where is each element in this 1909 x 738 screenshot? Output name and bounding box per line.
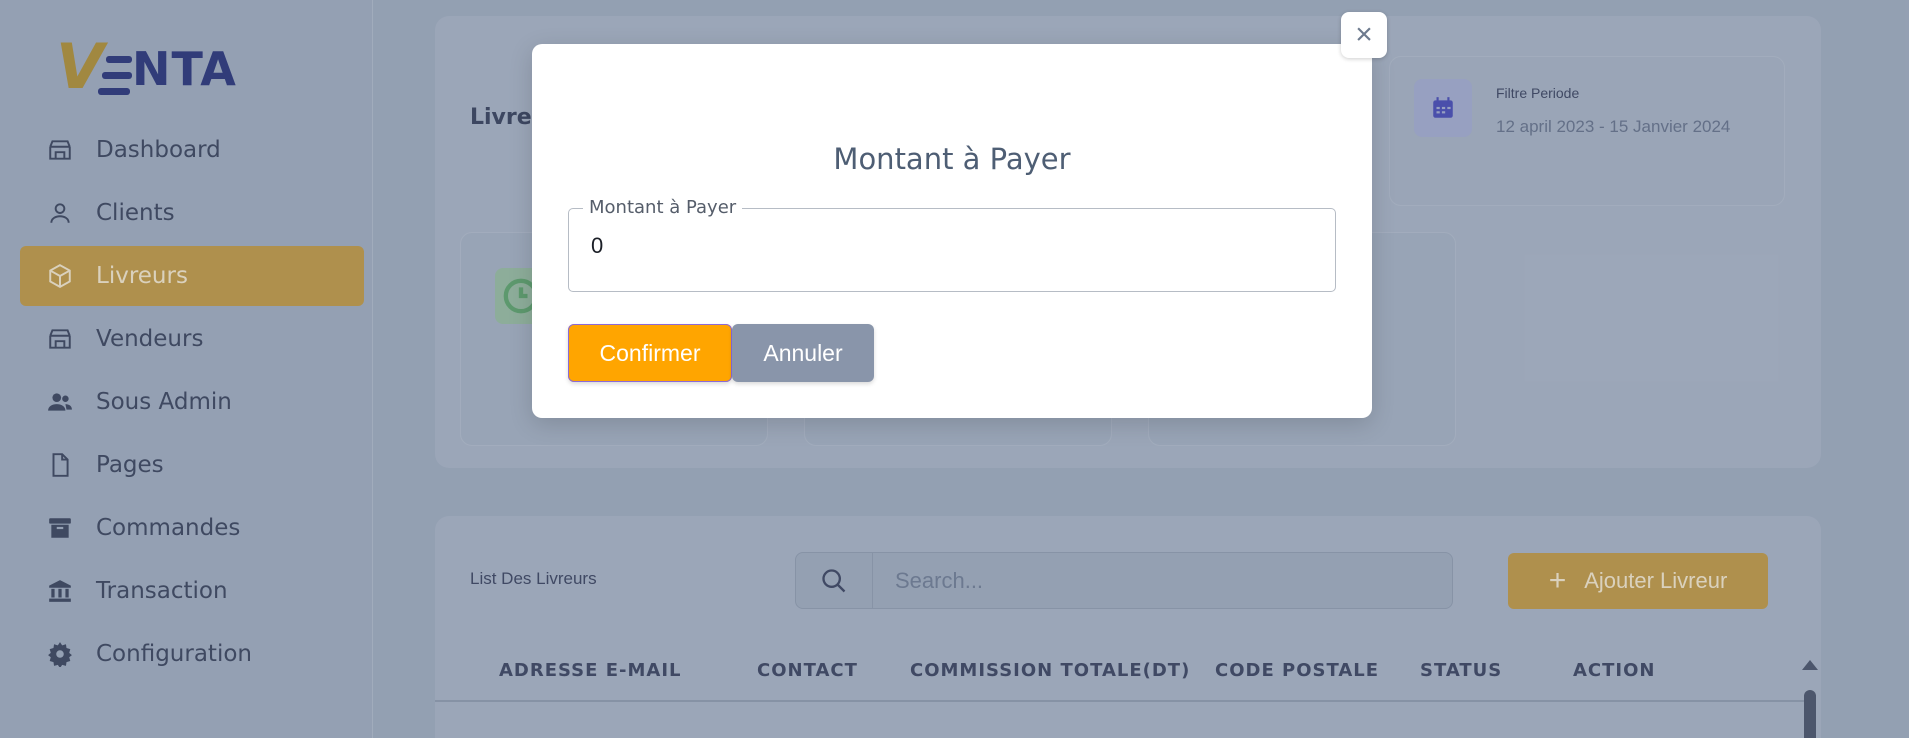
- amount-field-label: Montant à Payer: [583, 197, 743, 218]
- amount-field[interactable]: Montant à Payer: [568, 197, 1336, 292]
- close-icon[interactable]: ×: [1341, 12, 1387, 58]
- payment-modal: Montant à Payer Montant à Payer Confirme…: [532, 44, 1372, 418]
- confirm-button[interactable]: Confirmer: [568, 324, 732, 382]
- amount-input[interactable]: [591, 233, 1291, 259]
- modal-title: Montant à Payer: [833, 142, 1071, 176]
- cancel-button[interactable]: Annuler: [732, 324, 874, 382]
